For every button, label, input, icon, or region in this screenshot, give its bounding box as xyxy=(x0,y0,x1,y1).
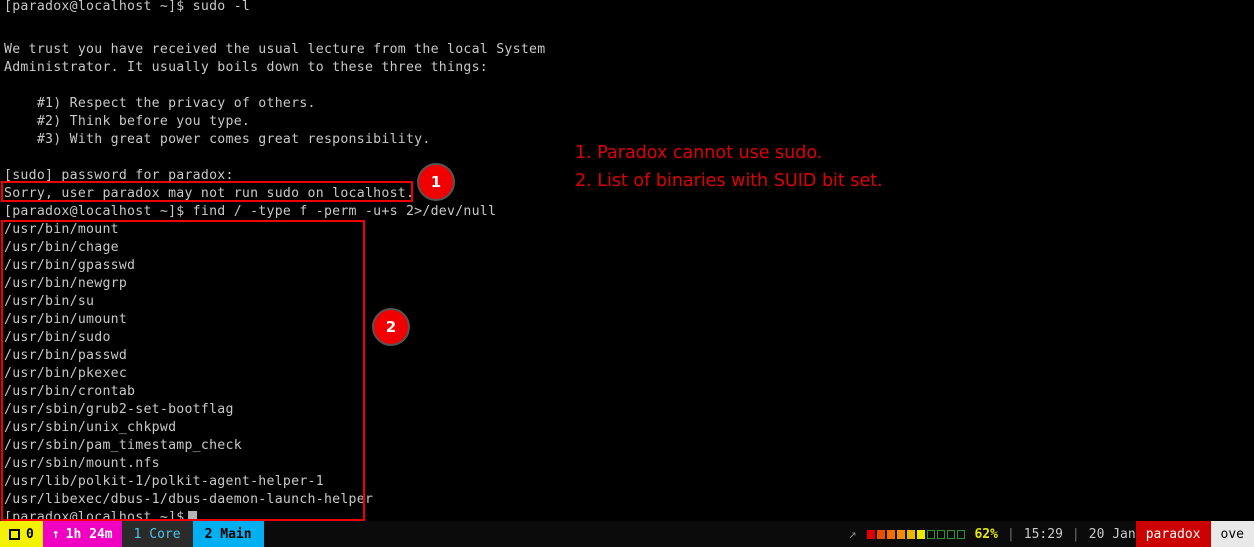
annotation-badge-1: 1 xyxy=(417,163,455,201)
annotation-note-1: 1. Paradox cannot use sudo. xyxy=(575,143,823,163)
tab-core-label: 1 Core xyxy=(133,526,181,542)
battery-segment-1 xyxy=(867,529,876,539)
separator-2: | xyxy=(1071,526,1080,542)
terminal-line: /usr/sbin/mount.nfs xyxy=(4,456,160,471)
terminal-line: /usr/sbin/grub2-set-bootflag xyxy=(4,402,234,417)
terminal-line: [paradox@localhost ~]$ sudo -l xyxy=(4,0,251,14)
battery-segment-4 xyxy=(897,529,906,539)
terminal-line: Administrator. It usually boils down to … xyxy=(4,60,489,75)
username-segment: paradox xyxy=(1135,521,1211,547)
battery-segment-3 xyxy=(887,529,896,539)
annotation-badge-1-label: 1 xyxy=(430,173,442,191)
username-label: paradox xyxy=(1145,526,1201,542)
battery-segment-10 xyxy=(957,529,966,539)
terminal-line: /usr/bin/passwd xyxy=(4,348,128,363)
terminal-line: /usr/bin/chage xyxy=(4,240,119,255)
window-count-label: 0 xyxy=(26,526,34,542)
status-bar: 0 ↑ 1h 24m 1 Core 2 Main ↗ 62% | 15:29 |… xyxy=(0,521,1254,547)
battery-percent-label: 62% xyxy=(974,526,998,542)
tab-core[interactable]: 1 Core xyxy=(121,521,193,547)
terminal-line: Sorry, user paradox may not run sudo on … xyxy=(4,186,415,201)
terminal-cursor xyxy=(188,511,197,521)
battery-segment-6 xyxy=(917,529,926,539)
terminal-line: [sudo] password for paradox: xyxy=(4,168,234,183)
hostname-segment: ove xyxy=(1210,521,1254,547)
battery-indicator xyxy=(867,529,966,539)
uptime-label: 1h 24m xyxy=(65,526,113,542)
status-bar-spacer xyxy=(264,521,849,547)
terminal-line: [paradox@localhost ~]$ xyxy=(4,510,185,521)
separator-1: | xyxy=(1006,526,1015,542)
annotation-badge-2: 2 xyxy=(372,308,410,346)
terminal-screen[interactable]: [paradox@localhost ~]$ sudo -l We trust y… xyxy=(0,0,1254,521)
annotation-note-2: 2. List of binaries with SUID bit set. xyxy=(575,171,883,191)
battery-segment-8 xyxy=(937,529,946,539)
terminal-line: /usr/bin/sudo xyxy=(4,330,111,345)
tab-main-label: 2 Main xyxy=(204,526,252,542)
annotation-badge-2-label: 2 xyxy=(385,318,397,336)
terminal-line: #2) Think before you type. xyxy=(4,114,251,129)
terminal-line: [paradox@localhost ~]$ find / -type f -p… xyxy=(4,204,497,219)
battery-segment-7 xyxy=(927,529,936,539)
terminal-line: /usr/sbin/pam_timestamp_check xyxy=(4,438,242,453)
annotation-notes: 1. Paradox cannot use sudo. 2. List of b… xyxy=(575,139,883,195)
terminal-line: We trust you have received the usual lec… xyxy=(4,42,546,57)
terminal-line: /usr/bin/mount xyxy=(4,222,119,237)
terminal-line: /usr/libexec/dbus-1/dbus-daemon-launch-h… xyxy=(4,492,374,507)
tab-main[interactable]: 2 Main xyxy=(192,521,264,547)
battery-segment-5 xyxy=(907,529,916,539)
network-arrow-icon: ↗ xyxy=(848,526,857,542)
terminal-line: /usr/bin/crontab xyxy=(4,384,136,399)
battery-segment-9 xyxy=(947,529,956,539)
battery-segment-2 xyxy=(877,529,886,539)
window-count-segment[interactable]: 0 xyxy=(0,521,43,547)
uptime-arrow-icon: ↑ xyxy=(51,526,60,542)
terminal-line: #1) Respect the privacy of others. xyxy=(4,96,316,111)
terminal-line: /usr/bin/pkexec xyxy=(4,366,128,381)
clock-label: 15:29 xyxy=(1023,526,1063,542)
hostname-label: ove xyxy=(1220,526,1244,542)
date-label: 20 Jan xyxy=(1088,526,1136,542)
terminal-line: /usr/bin/gpasswd xyxy=(4,258,136,273)
terminal-line: /usr/sbin/unix_chkpwd xyxy=(4,420,177,435)
window-icon xyxy=(9,528,20,540)
terminal-line: #3) With great power comes great respons… xyxy=(4,132,431,147)
terminal-line: /usr/bin/umount xyxy=(4,312,128,327)
terminal-line: /usr/bin/newgrp xyxy=(4,276,128,291)
status-bar-right-group: ↗ 62% | 15:29 | 20 Jan xyxy=(849,521,1136,547)
terminal-line: /usr/bin/su xyxy=(4,294,95,309)
terminal-line: /usr/lib/polkit-1/polkit-agent-helper-1 xyxy=(4,474,324,489)
uptime-segment: ↑ 1h 24m xyxy=(42,521,122,547)
